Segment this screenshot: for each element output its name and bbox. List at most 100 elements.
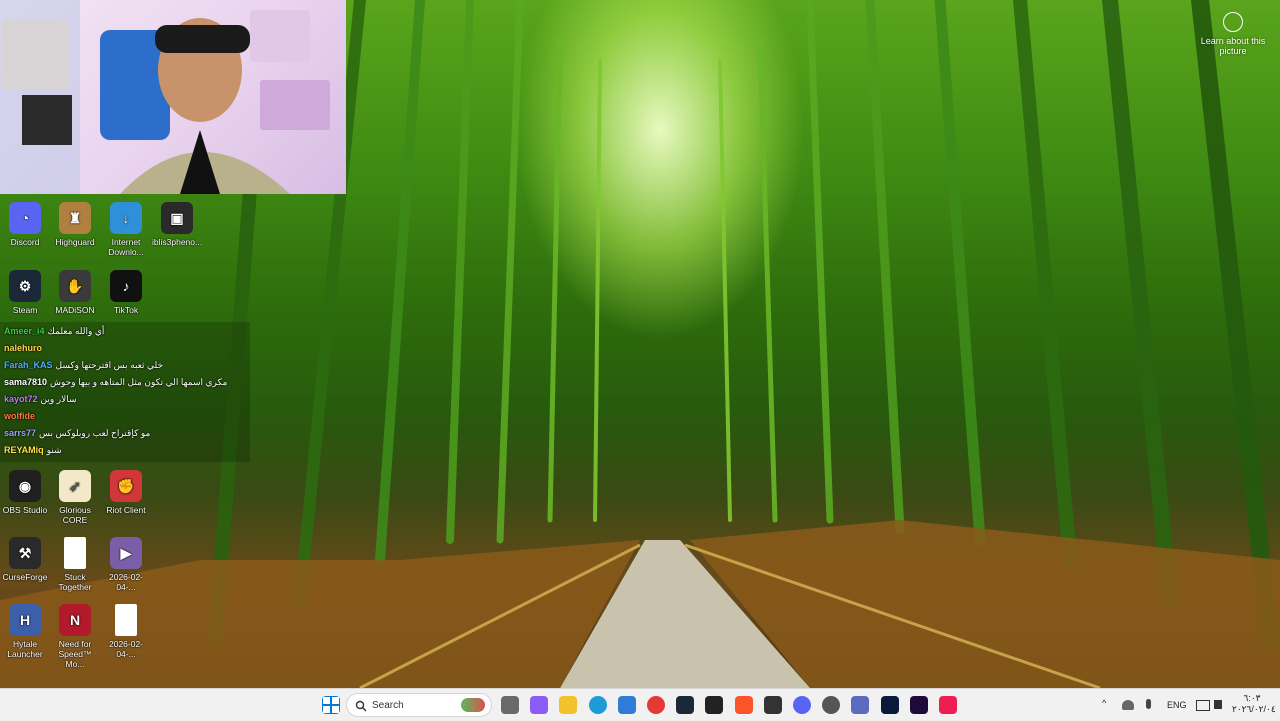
desktop-icon-label: Need for Speed™ Mo... bbox=[58, 639, 92, 669]
idm-icon: ↓ bbox=[110, 202, 142, 234]
chat-message: Ameer_i4 أي والله معلمك bbox=[4, 326, 104, 337]
desktop-icon[interactable]: ▣ iblis3pheno... bbox=[152, 202, 202, 247]
taskbar: Search ^ ENG ٦:٠٣ ٢٠٢٦/٠٢/٠٤ bbox=[0, 688, 1280, 721]
search-highlight-icon bbox=[461, 698, 485, 712]
desktop-icon[interactable]: ↓ Internet Downlo... bbox=[101, 202, 151, 257]
steam-icon[interactable] bbox=[676, 696, 695, 714]
desktop-icon[interactable]: ▶ 2026-02-04-... bbox=[101, 537, 151, 592]
gear-icon[interactable] bbox=[822, 696, 841, 714]
desktop-icon-label: TikTok bbox=[113, 305, 139, 315]
desktop-icon[interactable]: ♪ TikTok bbox=[101, 270, 151, 315]
store-icon[interactable] bbox=[617, 696, 636, 714]
chat-text: مو كإقتراح لعب روبلوكس بس bbox=[39, 428, 151, 438]
desktop-icon[interactable]: ◉ OBS Studio bbox=[0, 470, 50, 515]
desktop-icon-label: iblis3pheno... bbox=[152, 237, 203, 247]
clock[interactable]: ٦:٠٣ ٢٠٢٦/٠٢/٠٤ bbox=[1232, 693, 1276, 715]
chat-text: مكري اسمها الي تكون مثل المتاهه و بيها و… bbox=[50, 377, 228, 387]
chat-text: خلي ثعبه بس اقترحتها وكسل bbox=[55, 360, 164, 370]
chat-username: wolfide bbox=[4, 411, 35, 421]
video-file-icon: ▶ bbox=[110, 537, 142, 569]
desktop-icon-label: OBS Studio bbox=[2, 505, 48, 515]
chevron-up-icon[interactable]: ^ bbox=[1102, 698, 1106, 708]
curseforge-icon[interactable] bbox=[763, 696, 782, 714]
chat-username: sama7810 bbox=[4, 377, 48, 387]
desktop-icon-label: Steam bbox=[12, 305, 38, 315]
chat-text: سالار وين bbox=[40, 394, 77, 404]
chat-message: sarrs77 مو كإقتراح لعب روبلوكس بس bbox=[4, 428, 150, 439]
language-indicator[interactable]: ENG bbox=[1167, 700, 1187, 710]
chat-username: REYAMiq bbox=[4, 445, 44, 455]
brave-icon[interactable] bbox=[734, 696, 753, 714]
file-icon bbox=[64, 537, 86, 569]
glorious-icon: ➶ bbox=[59, 470, 91, 502]
obs-icon: ◉ bbox=[9, 470, 41, 502]
learn-about-picture[interactable]: Learn about this picture bbox=[1198, 12, 1268, 56]
steam-icon: ⚙ bbox=[9, 270, 41, 302]
riot-icon: ✊ bbox=[110, 470, 142, 502]
desktop-icon[interactable]: Stuck Together bbox=[50, 537, 100, 592]
desktop-icon[interactable]: N Need for Speed™ Mo... bbox=[50, 604, 100, 669]
hytale-icon: H bbox=[9, 604, 41, 636]
media-icon[interactable] bbox=[851, 696, 870, 714]
desktop-icon-label: Highguard bbox=[55, 237, 95, 247]
desktop-icon-label: Stuck Together bbox=[58, 572, 92, 592]
chat-message: Farah_KAS خلي ثعبه بس اقترحتها وكسل bbox=[4, 360, 163, 371]
learn-about-picture-label: Learn about this picture bbox=[1200, 36, 1266, 56]
speaker-icon[interactable] bbox=[1214, 700, 1222, 709]
desktop-icon-label: Glorious CORE bbox=[59, 505, 91, 525]
desktop-icon-label: 2026-02-04-... bbox=[108, 639, 144, 659]
photoshop-icon[interactable] bbox=[880, 696, 899, 714]
chat-username: Farah_KAS bbox=[4, 360, 53, 370]
chat-message: sama7810 مكري اسمها الي تكون مثل المتاهه … bbox=[4, 377, 227, 388]
desktop-icon[interactable]: 2026-02-04-... bbox=[101, 604, 151, 659]
file-explorer-icon[interactable] bbox=[559, 696, 578, 714]
edge-icon[interactable] bbox=[588, 696, 607, 714]
microphone-icon[interactable] bbox=[1146, 699, 1151, 709]
desktop-icon[interactable]: ✊ Riot Client bbox=[101, 470, 151, 515]
iblis-icon: ▣ bbox=[161, 202, 193, 234]
desktop-icon-label: CurseForge bbox=[2, 572, 48, 582]
chat-message: kayot72 سالار وين bbox=[4, 394, 77, 405]
search-icon bbox=[355, 700, 367, 712]
camera-icon bbox=[1223, 12, 1243, 32]
clock-time: ٦:٠٣ bbox=[1243, 693, 1261, 703]
nfs-icon: N bbox=[59, 604, 91, 636]
chat-message: REYAMiq شنو bbox=[4, 445, 62, 456]
desktop-icon-label: MADiSON bbox=[55, 305, 95, 315]
chat-text: أي والله معلمك bbox=[47, 326, 105, 336]
cloud-icon[interactable] bbox=[1122, 700, 1134, 710]
tiktok-icon: ♪ bbox=[110, 270, 142, 302]
desktop-icon[interactable]: ✋ MADiSON bbox=[50, 270, 100, 315]
chat-text: شنو bbox=[46, 445, 62, 455]
desktop-icon-label: Discord bbox=[10, 237, 40, 247]
chrome-icon[interactable] bbox=[647, 696, 665, 714]
desktop-icon[interactable]: ⚙ Steam bbox=[0, 270, 50, 315]
desktop-icon-label: Hytale Launcher bbox=[7, 639, 43, 659]
premiere-icon[interactable] bbox=[909, 696, 928, 714]
desktop-icon[interactable]: ⚒ CurseForge bbox=[0, 537, 50, 582]
display-icon[interactable] bbox=[1196, 700, 1210, 711]
copilot-icon[interactable] bbox=[530, 696, 549, 714]
chat-message: nalehuro bbox=[4, 343, 45, 354]
discord-icon: ◔ bbox=[9, 202, 41, 234]
windows-start-icon[interactable] bbox=[322, 696, 340, 714]
tiktok-icon[interactable] bbox=[939, 696, 957, 714]
file-icon bbox=[115, 604, 137, 636]
curseforge-icon: ⚒ bbox=[9, 537, 41, 569]
desktop-icon[interactable]: ➶ Glorious CORE bbox=[50, 470, 100, 525]
obs-icon[interactable] bbox=[705, 696, 724, 714]
task-view-icon[interactable] bbox=[501, 696, 519, 714]
desktop-icon-label: 2026-02-04-... bbox=[108, 572, 144, 592]
desktop-icon[interactable]: ◔ Discord bbox=[0, 202, 50, 247]
discord-icon[interactable] bbox=[793, 696, 811, 714]
webcam-overlay bbox=[0, 0, 346, 194]
taskbar-search[interactable]: Search bbox=[346, 693, 492, 717]
stream-chat-overlay: Ameer_i4 أي والله معلمك nalehuro Farah_KAS خ… bbox=[0, 322, 250, 462]
chat-message: wolfide bbox=[4, 411, 38, 422]
desktop-icon[interactable]: H Hytale Launcher bbox=[0, 604, 50, 659]
desktop-icon-label: Riot Client bbox=[106, 505, 146, 515]
search-label: Search bbox=[372, 700, 404, 711]
chat-username: kayot72 bbox=[4, 394, 38, 404]
desktop-icon-label: Internet Downlo... bbox=[108, 237, 144, 257]
desktop-icon[interactable]: ♜ Highguard bbox=[50, 202, 100, 247]
